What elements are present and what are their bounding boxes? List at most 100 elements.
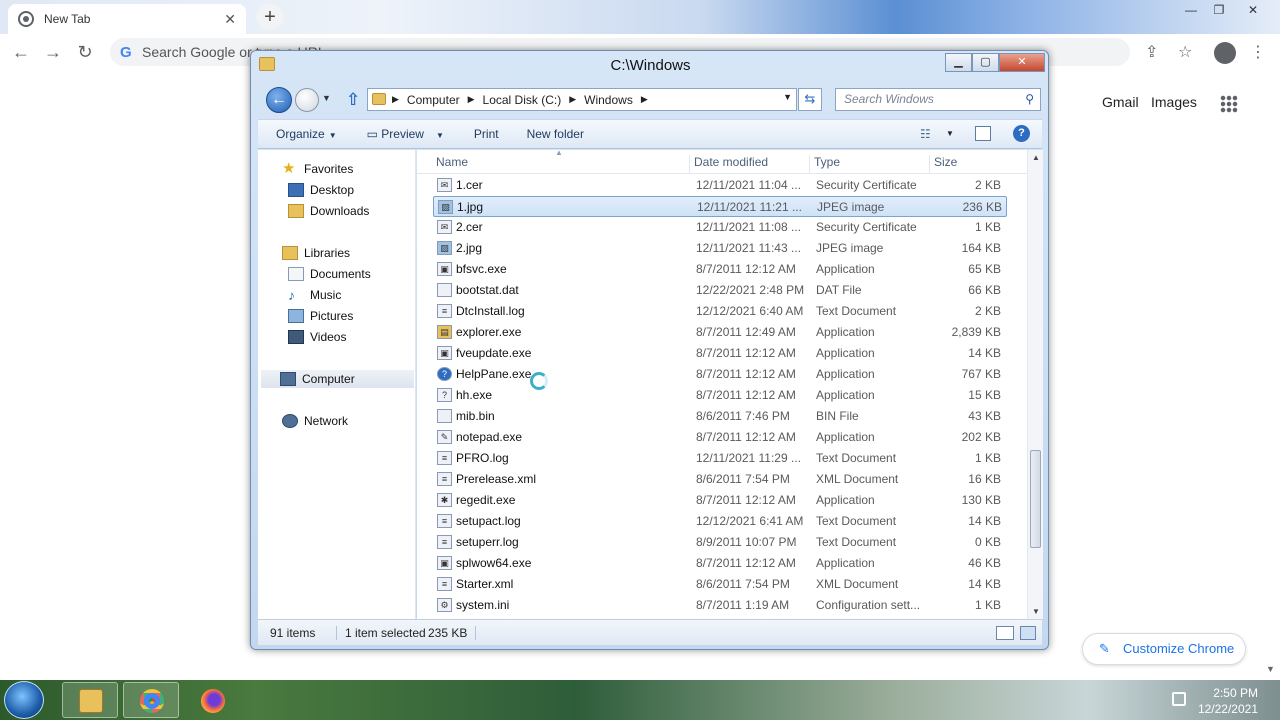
file-row[interactable]: ? hh.exe 8/7/2011 12:12 AM Application 15 KB [433,385,1007,406]
page-scroll-down-icon[interactable]: ▼ [1266,664,1275,674]
new-folder-button[interactable]: New folder [527,127,584,141]
file-size: 202 KB [961,430,1001,444]
tab-new-tab[interactable]: New Tab ✕ [8,4,246,34]
clock-time[interactable]: 2:50 PM [1208,686,1258,700]
file-row[interactable]: ≡ setupact.log 12/12/2021 6:41 AM Text Docu… [433,511,1007,532]
column-header-name[interactable]: Name [432,155,468,173]
google-apps-icon[interactable] [1220,95,1238,113]
change-view-icon[interactable]: ☷ [920,127,931,141]
file-date-modified: 8/7/2011 12:12 AM [696,430,796,444]
up-level-button[interactable]: ⇧ [346,90,360,110]
chrome-menu-icon[interactable]: ⋮ [1250,42,1266,62]
back-arrow-icon[interactable]: ← [8,40,34,64]
scroll-up-icon[interactable]: ▲ [1032,153,1040,162]
nav-documents[interactable]: Documents [288,265,371,283]
gmail-link[interactable]: Gmail [1102,94,1139,110]
large-icons-view-icon[interactable] [1020,626,1036,640]
column-header-size[interactable]: Size [929,155,957,173]
customize-chrome-button[interactable]: ✎ Customize Chrome [1082,633,1246,665]
preview-pane-icon[interactable] [975,126,991,141]
print-button[interactable]: Print [474,127,499,141]
explorer-close-button[interactable]: ✕ [999,53,1045,72]
file-row[interactable]: ≡ Prerelease.xml 8/6/2011 7:54 PM XML Docum… [433,469,1007,490]
address-dropdown-icon[interactable]: ▼ [783,92,792,102]
scroll-down-icon[interactable]: ▼ [1032,607,1040,616]
new-tab-button[interactable]: + [256,4,284,30]
bookmark-star-icon[interactable]: ☆ [1178,42,1192,62]
preview-button[interactable]: ▭ Preview ▼ [367,127,444,141]
column-header-type[interactable]: Type [809,155,840,173]
recent-pages-dropdown-icon[interactable]: ▼ [322,93,331,103]
explorer-maximize-button[interactable]: ▢ [972,53,999,72]
help-icon[interactable]: ? [1013,125,1030,142]
minimize-icon[interactable]: — [1178,1,1204,19]
file-row[interactable]: ▨ 1.jpg 12/11/2021 11:21 ... JPEG image 236 … [433,196,1007,217]
file-size: 66 KB [968,283,1001,297]
explorer-minimize-button[interactable]: ▁ [945,53,972,72]
scrollbar-thumb[interactable] [1030,450,1041,548]
nav-downloads[interactable]: Downloads [288,202,369,220]
breadcrumb-separator[interactable]: ▶ [392,94,399,105]
file-row[interactable]: ≡ PFRO.log 12/11/2021 11:29 ... Text Docume… [433,448,1007,469]
column-header-date[interactable]: Date modified [689,155,768,173]
vertical-scrollbar[interactable]: ▲ ▼ [1027,150,1043,619]
share-icon[interactable]: ⇪ [1145,42,1158,62]
nav-network[interactable]: Network [282,412,348,430]
address-bar[interactable]: ▶ Computer ▶ Local Disk (C:) ▶ Windows ▶… [367,88,797,111]
file-row[interactable]: ≡ setuperr.log 8/9/2011 10:07 PM Text Docum… [433,532,1007,553]
file-row[interactable]: ▨ 2.jpg 12/11/2021 11:43 ... JPEG image 164 … [433,238,1007,259]
file-row[interactable]: bootstat.dat 12/22/2021 2:48 PM DAT File 66… [433,280,1007,301]
file-row[interactable]: ≡ Starter.xml 8/6/2011 7:54 PM XML Document… [433,574,1007,595]
file-row[interactable]: ✉ 1.cer 12/11/2021 11:04 ... Security Certi… [433,175,1007,196]
file-row[interactable]: ▣ splwow64.exe 8/7/2011 12:12 AM Applicatio… [433,553,1007,574]
start-button[interactable] [4,681,44,719]
nav-music[interactable]: ♪ Music [288,286,341,304]
breadcrumb-separator[interactable]: ▶ [569,94,576,105]
nav-libraries[interactable]: Libraries [282,244,350,262]
nav-videos[interactable]: Videos [288,328,346,346]
breadcrumb-separator[interactable]: ▶ [468,94,475,105]
profile-avatar[interactable] [1214,42,1236,64]
explorer-back-button[interactable]: ← [266,87,292,113]
breadcrumb-computer[interactable]: Computer [407,93,460,107]
explorer-forward-button[interactable] [295,88,319,112]
search-input[interactable]: Search Windows ⚲ [835,88,1041,111]
taskbar-firefox-button[interactable] [184,682,240,718]
breadcrumb-windows[interactable]: Windows [584,93,633,107]
reload-icon[interactable]: ↻ [72,40,98,64]
network-status-icon[interactable] [1172,692,1186,706]
breadcrumb-local-disk[interactable]: Local Disk (C:) [483,93,562,107]
nav-desktop[interactable]: Desktop [288,181,354,199]
file-size: 16 KB [968,472,1001,486]
images-link[interactable]: Images [1151,94,1197,110]
restore-icon[interactable]: ❐ [1206,1,1232,19]
file-row[interactable]: ▣ fveupdate.exe 8/7/2011 12:12 AM Applicati… [433,343,1007,364]
file-row[interactable]: ✱ regedit.exe 8/7/2011 12:12 AM Application… [433,490,1007,511]
file-row[interactable]: mib.bin 8/6/2011 7:46 PM BIN File 43 KB [433,406,1007,427]
notepad-icon: ✎ [437,430,452,444]
nav-favorites[interactable]: ★ Favorites [282,160,353,178]
nav-computer[interactable]: Computer [261,370,414,388]
view-options-dropdown-icon[interactable]: ▼ [946,129,954,138]
file-row[interactable]: ⚙ system.ini 8/7/2011 1:19 AM Configuration… [433,595,1007,616]
file-row[interactable]: ≡ DtcInstall.log 12/12/2021 6:40 AM Text Do… [433,301,1007,322]
clock-date[interactable]: 12/22/2021 [1194,702,1258,716]
taskbar-chrome-button[interactable] [123,682,179,718]
refresh-button[interactable]: ⇆ [798,88,822,111]
tab-close-icon[interactable]: ✕ [224,11,236,28]
taskbar-explorer-button[interactable] [62,682,118,718]
file-row[interactable]: ? HelpPane.exe 8/7/2011 12:12 AM Applicatio… [433,364,1007,385]
command-bar: Organize ▼ ▭ Preview ▼ Print New folder ☷ … [258,119,1042,149]
details-view-icon[interactable] [996,626,1014,640]
file-row[interactable]: ✉ 2.cer 12/11/2021 11:08 ... Security Certi… [433,217,1007,238]
file-row[interactable]: ✎ notepad.exe 8/7/2011 12:12 AM Application… [433,427,1007,448]
forward-arrow-icon[interactable]: → [40,40,66,64]
search-icon[interactable]: ⚲ [1025,89,1034,110]
file-list: Name ▲ Date modified Type Size ✉ 1.cer 12/… [417,150,1043,619]
breadcrumb-separator[interactable]: ▶ [641,94,648,105]
close-window-icon[interactable]: ✕ [1240,1,1266,19]
file-row[interactable]: ▤ explorer.exe 8/7/2011 12:49 AM Applicatio… [433,322,1007,343]
nav-pictures[interactable]: Pictures [288,307,353,325]
file-row[interactable]: ▣ bfsvc.exe 8/7/2011 12:12 AM Application 65… [433,259,1007,280]
organize-button[interactable]: Organize ▼ [276,127,337,141]
